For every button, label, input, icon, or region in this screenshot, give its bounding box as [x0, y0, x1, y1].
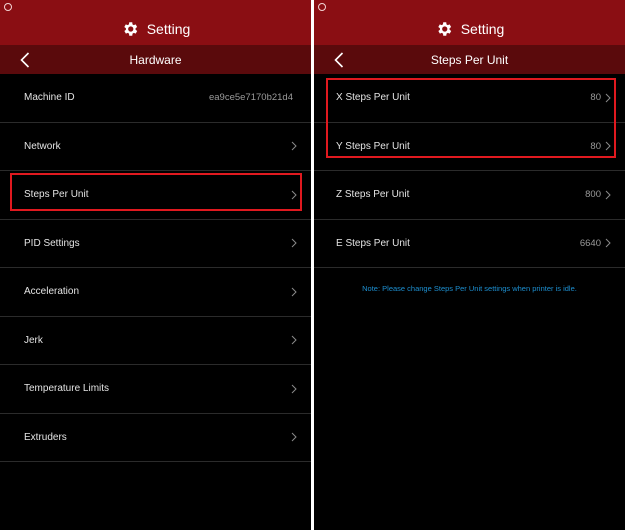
idle-note: Note: Please change Steps Per Unit setti…	[362, 284, 577, 293]
chevron-right-icon	[291, 287, 297, 297]
list-item-y-steps[interactable]: Y Steps Per Unit 80	[314, 123, 625, 171]
list-item-label: Temperature Limits	[24, 383, 110, 395]
list-item-network[interactable]: Network	[0, 123, 311, 171]
list-item-label: Extruders	[24, 431, 67, 443]
steps-per-unit-screen: Setting Steps Per Unit X Steps Per Unit …	[314, 0, 625, 530]
hardware-screen: Setting Hardware Machine ID ea9ce5e7170b…	[0, 0, 311, 530]
e-steps-value: 6640	[579, 237, 601, 249]
app-logo-icon	[318, 3, 326, 11]
list-item-jerk[interactable]: Jerk	[0, 317, 311, 365]
chevron-right-icon	[291, 335, 297, 345]
header-title-group: Setting	[121, 20, 191, 38]
chevron-right-icon	[291, 384, 297, 394]
chevron-right-icon	[605, 141, 611, 151]
app-header: Setting	[0, 0, 311, 45]
page-title: Steps Per Unit	[430, 52, 509, 67]
app-logo-icon	[4, 3, 12, 11]
header-title-group: Setting	[435, 20, 505, 38]
list-item-label: Jerk	[24, 334, 43, 346]
list-item-label: PID Settings	[24, 237, 80, 249]
nav-bar: Steps Per Unit	[314, 45, 625, 74]
steps-list: X Steps Per Unit 80 Y Steps Per Unit 80 …	[314, 74, 625, 268]
list-item-e-steps[interactable]: E Steps Per Unit 6640	[314, 220, 625, 268]
chevron-right-icon	[605, 238, 611, 248]
list-item-label: X Steps Per Unit	[336, 92, 410, 104]
chevron-right-icon	[291, 432, 297, 442]
page-title: Hardware	[129, 52, 182, 67]
list-item-label: E Steps Per Unit	[336, 237, 410, 249]
chevron-right-icon	[291, 238, 297, 248]
x-steps-value: 80	[590, 92, 601, 104]
nav-bar: Hardware	[0, 45, 311, 74]
list-item-label: Network	[24, 140, 61, 152]
header-title: Setting	[460, 20, 505, 37]
y-steps-value: 80	[590, 140, 601, 152]
gear-icon	[124, 21, 137, 36]
machine-id-value: ea9ce5e7170b21d4	[208, 92, 293, 104]
list-item-extruders[interactable]: Extruders	[0, 414, 311, 462]
list-item-label: Acceleration	[24, 286, 80, 298]
list-item-acceleration[interactable]: Acceleration	[0, 268, 311, 317]
header-title: Setting	[146, 20, 191, 37]
settings-list: Machine ID ea9ce5e7170b21d4 Network Step…	[0, 74, 311, 462]
list-item-pid-settings[interactable]: PID Settings	[0, 220, 311, 268]
gear-icon	[438, 21, 451, 36]
list-item-label: Machine ID	[24, 92, 75, 104]
chevron-left-icon	[334, 52, 344, 68]
list-item-machine-id: Machine ID ea9ce5e7170b21d4	[0, 74, 311, 123]
chevron-right-icon	[291, 141, 297, 151]
chevron-left-icon	[20, 52, 30, 68]
list-item-temperature-limits[interactable]: Temperature Limits	[0, 365, 311, 414]
list-item-x-steps[interactable]: X Steps Per Unit 80	[314, 74, 625, 123]
list-item-z-steps[interactable]: Z Steps Per Unit 800	[314, 171, 625, 220]
back-button[interactable]	[14, 49, 36, 71]
list-item-steps-per-unit[interactable]: Steps Per Unit	[0, 171, 311, 220]
list-item-label: Z Steps Per Unit	[336, 189, 410, 201]
list-item-label: Steps Per Unit	[24, 189, 89, 201]
chevron-right-icon	[291, 190, 297, 200]
list-item-label: Y Steps Per Unit	[336, 140, 410, 152]
z-steps-value: 800	[585, 189, 601, 201]
back-button[interactable]	[328, 49, 350, 71]
chevron-right-icon	[605, 93, 611, 103]
app-header: Setting	[314, 0, 625, 45]
chevron-right-icon	[605, 190, 611, 200]
